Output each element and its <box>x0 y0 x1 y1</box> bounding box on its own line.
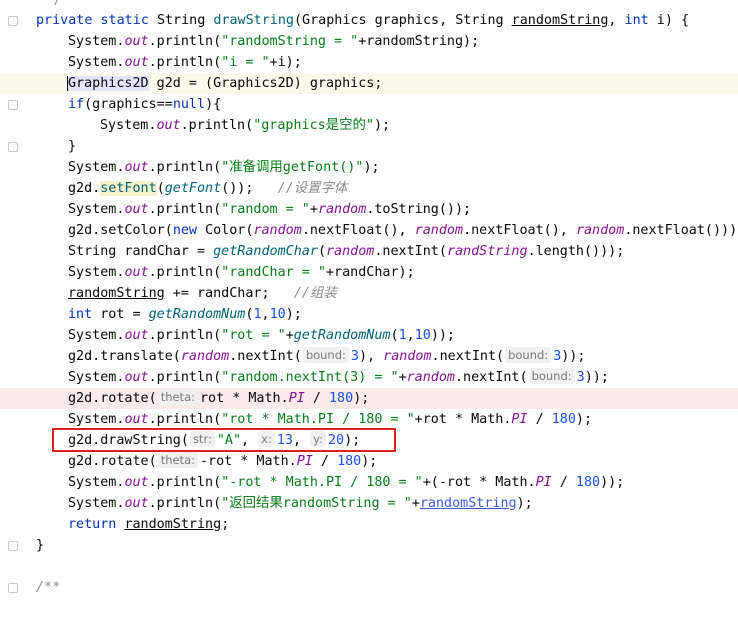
code-line[interactable]: System.out.println("randChar = "+randCha… <box>0 262 738 283</box>
code-line[interactable]: System.out.println("randomString = "+ran… <box>0 31 738 52</box>
parameter-hint: bound: <box>528 368 575 384</box>
parameter-hint: bound: <box>302 347 349 363</box>
code-line[interactable]: } <box>0 535 738 556</box>
code-line[interactable]: String randChar = getRandomChar(random.n… <box>0 241 738 262</box>
code-line[interactable]: g2d.rotate(theta: -rot * Math.PI / 180); <box>0 451 738 472</box>
code-line[interactable]: g2d.translate(random.nextInt(bound: 3), r… <box>0 346 738 367</box>
parameter-hint: theta: <box>157 389 198 405</box>
code-line[interactable]: System.out.println("rot * Math.PI / 180 … <box>0 409 738 430</box>
breakpoint-line[interactable]: g2d.rotate(theta: rot * Math.PI / 180); <box>0 388 738 409</box>
selected-type: Graphics2D <box>67 76 149 91</box>
code-line[interactable]: g2d.setFont(getFont()); //设置字体 <box>0 178 738 199</box>
code-line[interactable]: int rot = getRandomNum(1,10); <box>0 304 738 325</box>
code-line[interactable]: return randomString; <box>0 514 738 535</box>
parameter-hint: theta: <box>157 452 198 468</box>
parameter-hint: y: <box>310 431 326 447</box>
parameter-hint: bound: <box>505 347 552 363</box>
code-line[interactable]: System.out.println("graphics是空的"); <box>0 115 738 136</box>
method-signature: private static String drawString(Graphic… <box>36 13 690 28</box>
code-line[interactable]: System.out.println("返回结果randomString = "… <box>0 493 738 514</box>
code-line[interactable]: if(graphics==null){ <box>0 94 738 115</box>
code-line[interactable]: System.out.println("random = "+random.to… <box>0 199 738 220</box>
code-line[interactable]: g2d.drawString(str: "A", x: 13, y: 20); <box>0 430 738 451</box>
code-line[interactable]: g2d.setColor(new Color(random.nextFloat(… <box>0 220 738 241</box>
code-line[interactable]: } <box>0 136 738 157</box>
code-line[interactable]: System.out.println("-rot * Math.PI / 180… <box>0 472 738 493</box>
code-line[interactable]: System.out.println("i = "+i); <box>0 52 738 73</box>
code-line[interactable]: System.out.println("random.nextInt(3) = … <box>0 367 738 388</box>
code-line[interactable]: /** <box>0 577 738 598</box>
code-line[interactable]: randomString += randChar; //组装 <box>0 283 738 304</box>
code-line[interactable]: System.out.println("准备调用getFont()"); <box>0 157 738 178</box>
code-line[interactable]: System.out.println("rot = "+getRandomNum… <box>0 325 738 346</box>
code-line[interactable]: private static String drawString(Graphic… <box>0 10 738 31</box>
current-line[interactable]: Graphics2D g2d = (Graphics2D) graphics; <box>0 73 738 94</box>
parameter-hint: str: <box>189 431 215 447</box>
parameter-hint: x: <box>258 431 275 447</box>
